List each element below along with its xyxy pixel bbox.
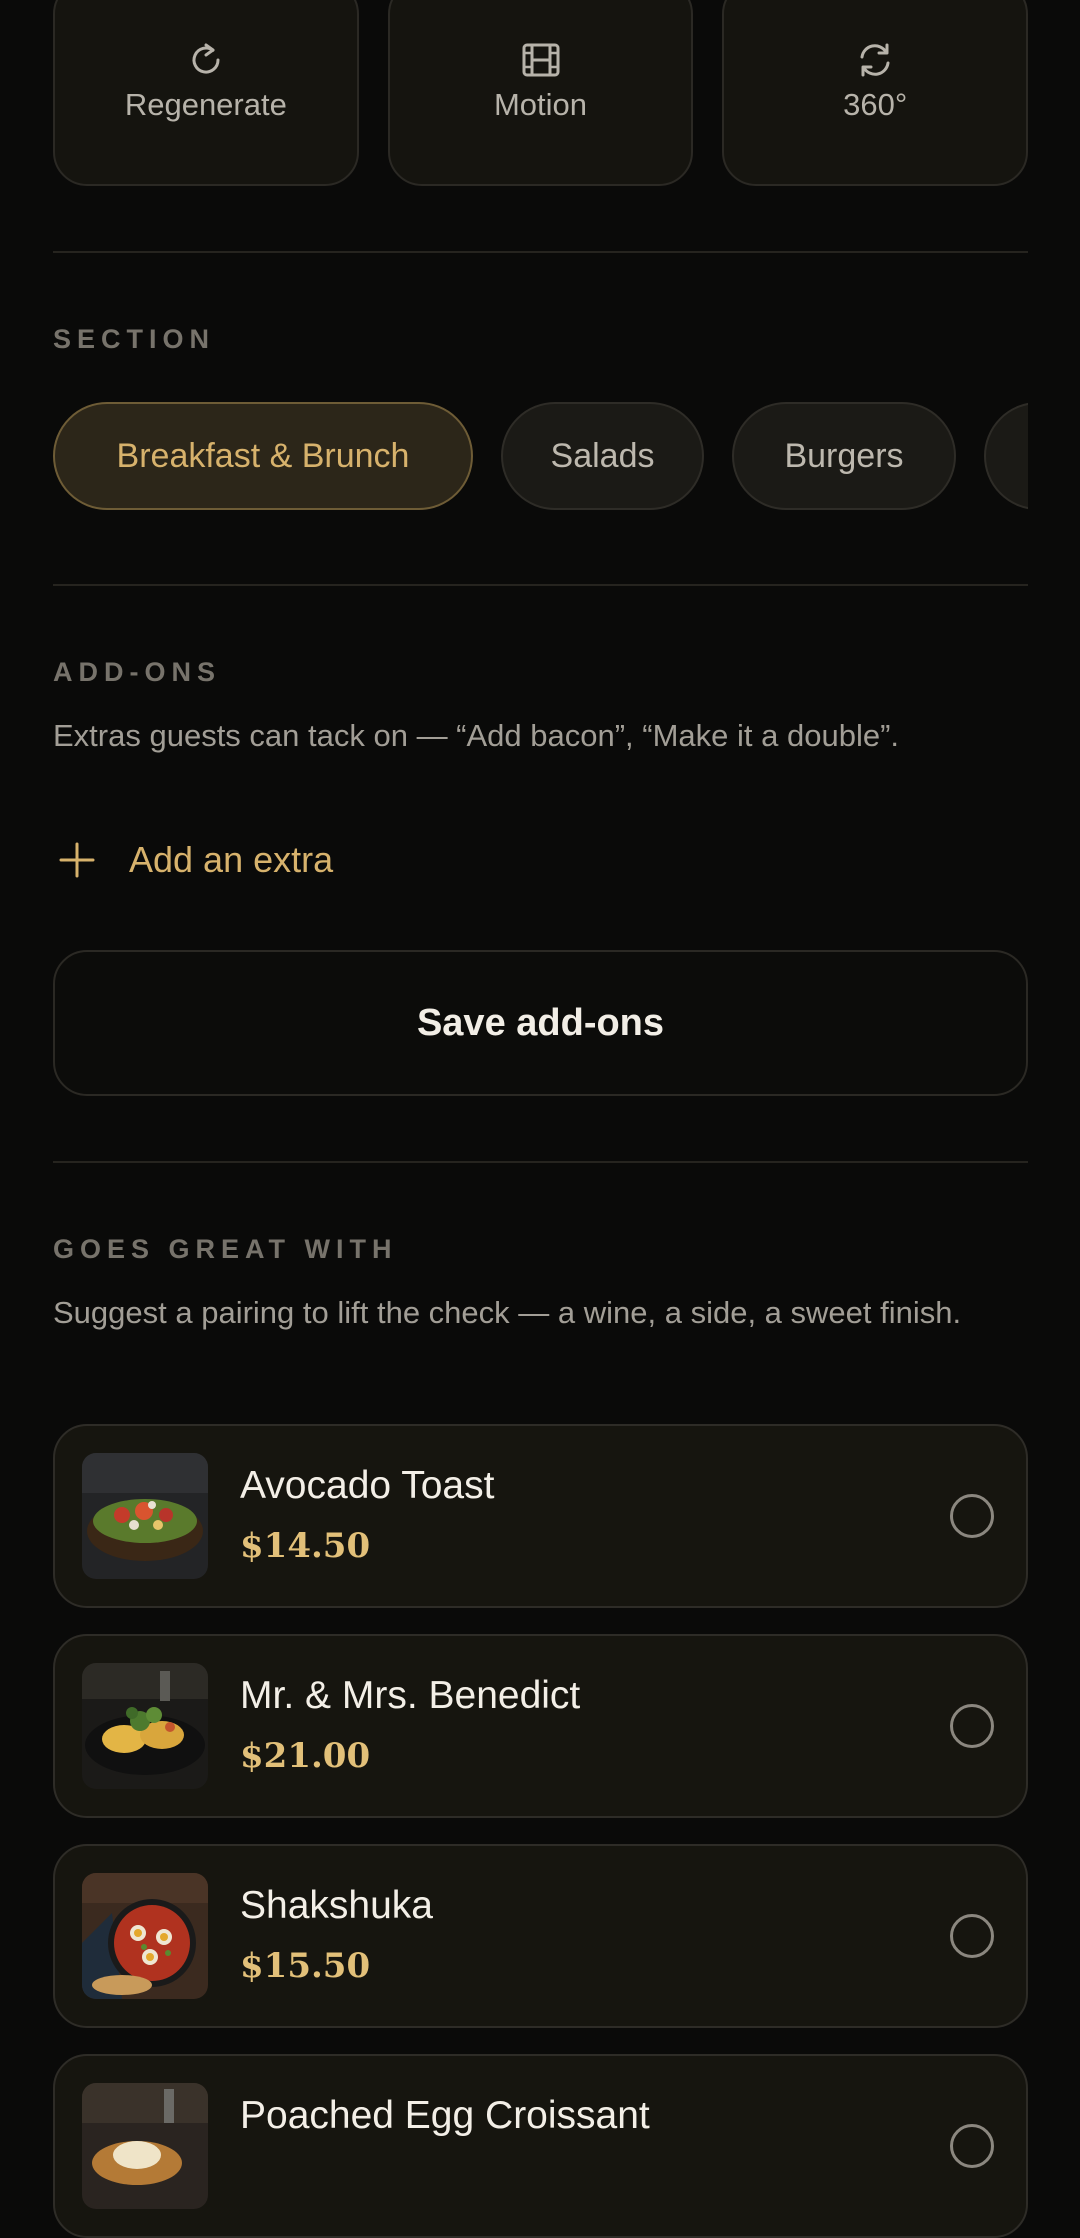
dish-name: Poached Egg Croissant	[240, 2094, 650, 2137]
select-radio[interactable]	[950, 1494, 994, 1538]
rotate-360-label: 360°	[843, 87, 908, 122]
chip-salads[interactable]: Salads	[501, 402, 704, 510]
film-icon	[522, 43, 559, 77]
refresh-icon	[192, 43, 220, 74]
regenerate-button[interactable]: Regenerate	[53, 0, 359, 186]
select-radio[interactable]	[950, 1704, 994, 1748]
dish-price: $15.50	[240, 1946, 371, 1986]
dish-name: Shakshuka	[240, 1884, 433, 1927]
pairing-card[interactable]: Avocado Toast $14.50	[53, 1424, 1028, 1608]
pairing-description: Suggest a pairing to lift the check — a …	[53, 1295, 962, 1330]
section-chips: Breakfast & Brunch Salads Burgers	[53, 402, 1028, 512]
chip-breakfast-brunch[interactable]: Breakfast & Brunch	[53, 402, 473, 510]
add-extra-button[interactable]: Add an extra	[53, 832, 333, 888]
plus-icon	[59, 842, 95, 878]
dish-name: Mr. & Mrs. Benedict	[240, 1674, 581, 1717]
addons-heading: ADD-ONS	[53, 657, 221, 687]
divider	[53, 251, 1028, 253]
save-addons-button[interactable]: Save add-ons	[53, 950, 1028, 1096]
pairing-card[interactable]: Shakshuka $15.50	[53, 1844, 1028, 2028]
add-extra-label: Add an extra	[129, 839, 334, 880]
regenerate-label: Regenerate	[124, 87, 287, 122]
rotate-360-button[interactable]: 360°	[722, 0, 1029, 186]
addons-description: Extras guests can tack on — “Add bacon”,…	[53, 718, 900, 753]
dish-thumbnail	[82, 1453, 208, 1579]
chip-more[interactable]	[984, 402, 1028, 510]
pairing-card[interactable]: Poached Egg Croissant	[53, 2054, 1028, 2238]
pairing-card[interactable]: Mr. & Mrs. Benedict $21.00	[53, 1634, 1028, 1818]
chip-burgers[interactable]: Burgers	[732, 402, 956, 510]
rotate-360-icon	[860, 43, 890, 77]
dish-thumbnail	[82, 1873, 208, 1999]
dish-price: $21.00	[240, 1736, 371, 1776]
motion-button[interactable]: Motion	[387, 0, 694, 186]
divider	[53, 1161, 1028, 1163]
select-radio[interactable]	[950, 1914, 994, 1958]
dish-thumbnail	[82, 1663, 208, 1789]
dish-name: Avocado Toast	[240, 1464, 495, 1507]
divider	[53, 584, 1028, 586]
media-actions: Regenerate Motion 360°	[53, 0, 1029, 186]
pairing-heading: GOES GREAT WITH	[53, 1234, 398, 1264]
dish-price: $14.50	[240, 1526, 371, 1566]
select-radio[interactable]	[950, 2124, 994, 2168]
section-heading: SECTION	[53, 324, 216, 354]
motion-label: Motion	[493, 87, 588, 122]
dish-thumbnail	[82, 2083, 208, 2209]
